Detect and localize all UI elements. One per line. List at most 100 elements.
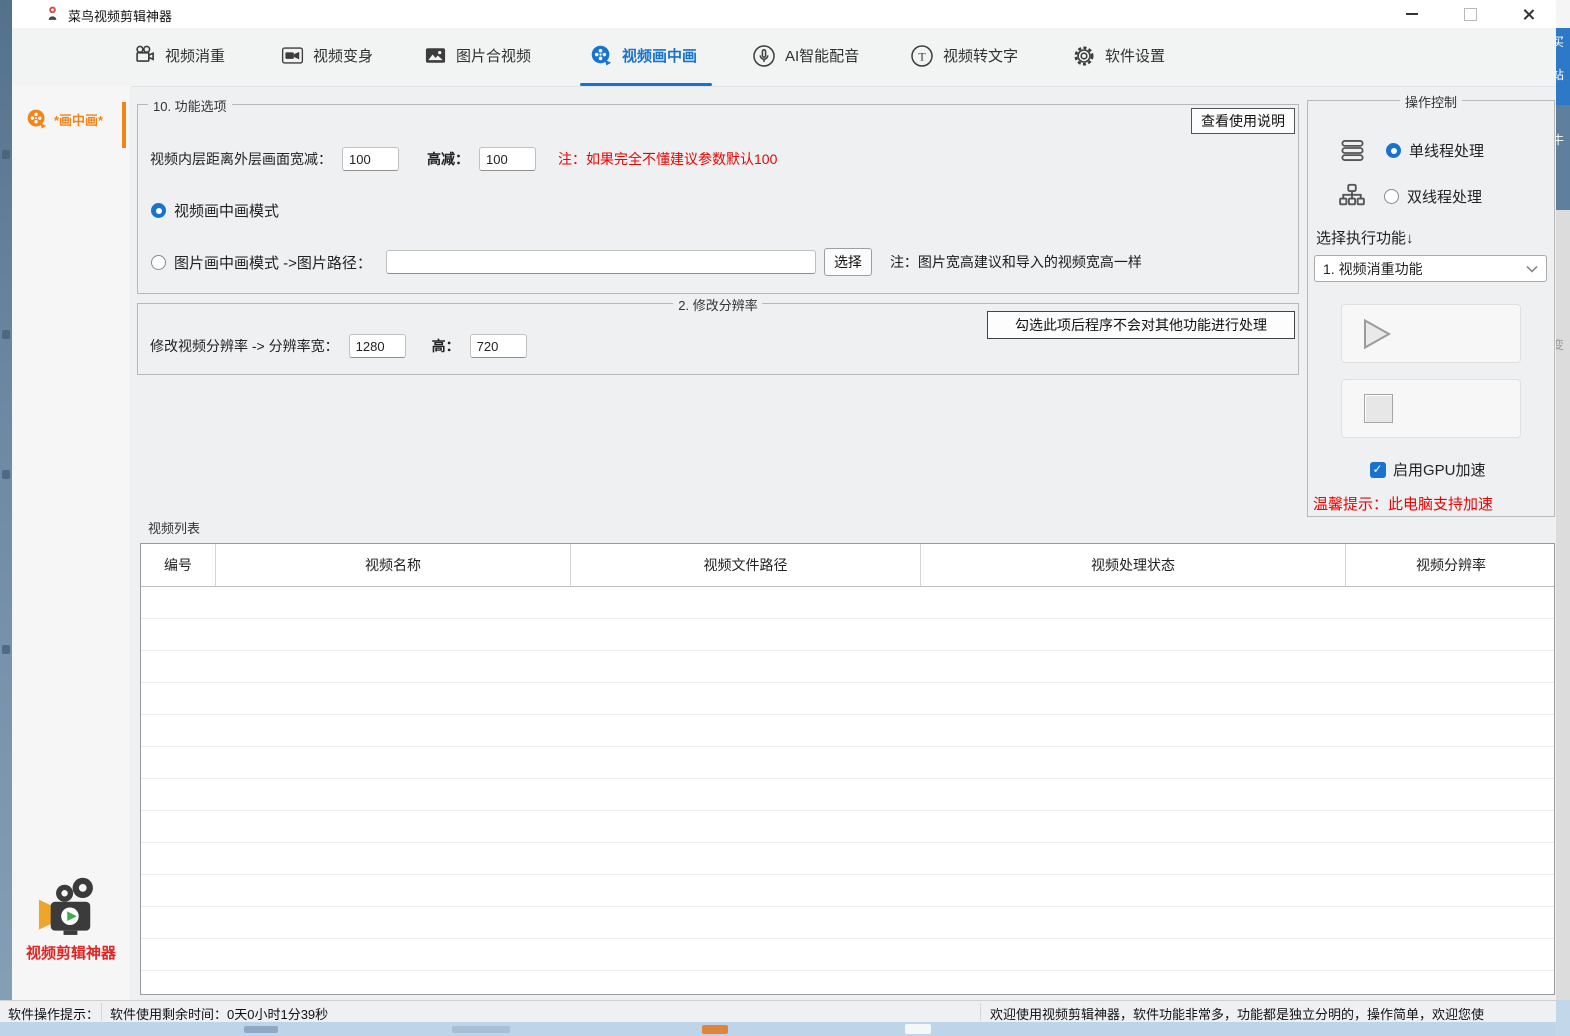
tab-label: 视频画中画	[622, 45, 697, 66]
tab-settings[interactable]: 软件设置	[1072, 28, 1165, 83]
table-row	[141, 843, 1554, 875]
desktop-icon-fragment	[2, 150, 10, 159]
film-reel-icon	[26, 108, 48, 130]
single-thread-icon	[1339, 137, 1366, 164]
table-row	[141, 939, 1554, 971]
edge-text-fragment: 变	[1556, 338, 1564, 352]
edge-segment: 变	[1556, 210, 1570, 1000]
status-separator	[980, 1003, 981, 1021]
col-video-name: 视频名称	[216, 544, 571, 586]
image-path-input[interactable]	[386, 250, 816, 274]
selected-function: 1. 视频消重功能	[1323, 259, 1526, 279]
col-index: 编号	[141, 544, 216, 586]
tab-image-to-video[interactable]: 图片合视频	[424, 28, 531, 83]
table-header: 编号 视频名称 视频文件路径 视频处理状态 视频分辨率	[141, 544, 1554, 587]
maximize-icon	[1464, 8, 1477, 21]
chevron-down-icon	[1526, 265, 1538, 273]
app-window: 菜鸟视频剪辑神器 视频消重 视频变身	[0, 0, 1570, 1036]
edge-segment: 牛	[1556, 105, 1570, 210]
operation-control-panel: 操作控制 单线程处理 双线程处理 选择执行功能↓	[1307, 100, 1555, 517]
table-row	[141, 651, 1554, 683]
status-bar: 软件操作提示： 软件使用剩余时间：0天0小时1分39秒 欢迎使用视频剪辑神器，软…	[0, 1000, 1556, 1023]
edge-segment: 买 站	[1556, 28, 1570, 105]
table-body	[141, 587, 1554, 1003]
microphone-icon	[752, 44, 776, 68]
col-process-status: 视频处理状态	[921, 544, 1346, 586]
letter-t-circle-icon: T	[910, 44, 934, 68]
tab-ai-dubbing[interactable]: AI智能配音	[752, 28, 859, 83]
active-tab-indicator	[580, 83, 712, 86]
resolution-group: 2. 修改分辨率 勾选此项后程序不会对其他功能进行处理 修改视频分辨率 -> 分…	[137, 303, 1299, 375]
resolution-height-label: 高：	[432, 336, 460, 356]
tab-label: 视频消重	[165, 45, 225, 66]
status-welcome-text: 欢迎使用视频剪辑神器，软件功能非常多，功能都是独立分明的，操作简单，欢迎您使	[990, 1004, 1484, 1023]
camcorder-icon	[281, 44, 304, 67]
default-param-note: 注：如果完全不懂建议参数默认100	[558, 149, 777, 169]
desktop-icon-fragment	[2, 645, 10, 654]
stop-button[interactable]	[1341, 379, 1521, 438]
height-reduce-label: 高减：	[427, 149, 469, 169]
movie-camera-icon	[133, 44, 156, 67]
maximize-button[interactable]	[1448, 0, 1492, 28]
edge-text-fragment: 牛	[1556, 133, 1564, 147]
table-row	[141, 811, 1554, 843]
panel-title: 操作控制	[1400, 92, 1462, 111]
taskbar-fragment	[702, 1025, 728, 1034]
title-bar: 菜鸟视频剪辑神器	[12, 0, 1556, 28]
minimize-button[interactable]	[1390, 0, 1434, 28]
exclusive-mode-note-button[interactable]: 勾选此项后程序不会对其他功能进行处理	[987, 311, 1295, 339]
function-options-group: 10. 功能选项 查看使用说明 视频内层距离外层画面宽减： 高减： 注：如果完全…	[137, 104, 1299, 294]
image-pip-mode-radio[interactable]	[151, 255, 166, 270]
resolution-height-input[interactable]	[470, 334, 527, 358]
table-row	[141, 907, 1554, 939]
brand-logo-text: 视频剪辑神器	[12, 942, 130, 963]
tab-video-pip[interactable]: 视频画中画	[590, 28, 697, 83]
browse-image-button[interactable]: 选择	[824, 248, 872, 276]
desktop-icon-fragment	[2, 470, 10, 479]
start-button[interactable]	[1341, 304, 1521, 363]
single-thread-radio[interactable]	[1386, 143, 1401, 158]
dual-thread-icon	[1337, 181, 1367, 211]
close-button[interactable]	[1506, 0, 1550, 28]
tab-label: 图片合视频	[456, 45, 531, 66]
minimize-icon	[1406, 13, 1418, 15]
taskbar-fragment	[452, 1026, 510, 1033]
play-icon	[1362, 318, 1392, 350]
background-window-edge: 买 站 牛 变	[1556, 0, 1570, 1036]
function-select-dropdown[interactable]: 1. 视频消重功能	[1314, 255, 1547, 282]
app-logo-icon	[44, 5, 61, 22]
tab-label: 视频转文字	[943, 45, 1018, 66]
movie-camera-logo-icon	[34, 874, 108, 936]
status-remaining-time: 软件使用剩余时间：0天0小时1分39秒	[110, 1004, 328, 1023]
table-row	[141, 747, 1554, 779]
video-pip-mode-label: 视频画中画模式	[174, 200, 279, 221]
tab-video-to-text[interactable]: T 视频转文字	[910, 28, 1018, 83]
taskbar-fragment	[244, 1026, 278, 1033]
video-pip-mode-radio[interactable]	[151, 203, 166, 218]
window-title: 菜鸟视频剪辑神器	[68, 6, 172, 25]
table-row	[141, 587, 1554, 619]
table-row	[141, 619, 1554, 651]
view-manual-button[interactable]: 查看使用说明	[1191, 108, 1295, 134]
width-reduce-input[interactable]	[342, 147, 399, 171]
gpu-support-note: 温馨提示：此电脑支持加速	[1313, 493, 1493, 514]
video-list-table: 编号 视频名称 视频文件路径 视频处理状态 视频分辨率	[140, 543, 1555, 995]
dual-thread-radio[interactable]	[1384, 189, 1399, 204]
dual-thread-label: 双线程处理	[1407, 186, 1482, 207]
gpu-accel-checkbox[interactable]	[1370, 462, 1386, 478]
height-reduce-input[interactable]	[479, 147, 536, 171]
tab-video-dedup[interactable]: 视频消重	[133, 28, 225, 83]
col-file-path: 视频文件路径	[571, 544, 921, 586]
edge-text-fragment: 站	[1556, 68, 1564, 82]
single-thread-label: 单线程处理	[1409, 140, 1484, 161]
taskbar-fragment	[905, 1024, 931, 1034]
sidebar-item-pip[interactable]: *画中画*	[26, 108, 103, 130]
gear-icon	[1072, 44, 1096, 68]
resolution-width-input[interactable]	[349, 334, 406, 358]
select-function-label: 选择执行功能↓	[1316, 227, 1414, 248]
group-title: 2. 修改分辨率	[673, 295, 762, 314]
tab-video-transform[interactable]: 视频变身	[281, 28, 373, 83]
group-title: 10. 功能选项	[148, 96, 232, 115]
taskbar-edge	[0, 1022, 1570, 1036]
col-resolution: 视频分辨率	[1346, 544, 1556, 586]
